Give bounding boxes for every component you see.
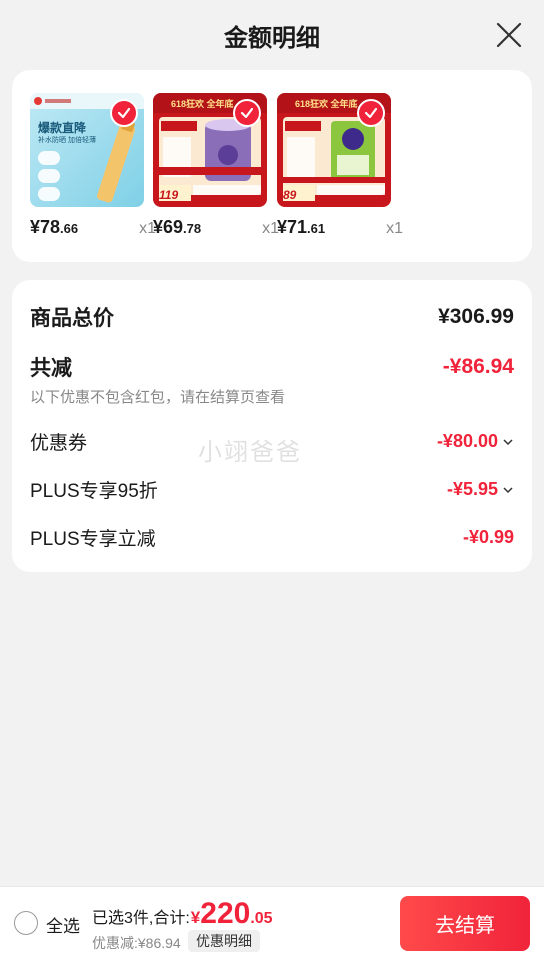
product-tag-text: 618狂欢 全年底 — [295, 99, 358, 109]
product-price-row: ¥69.78 x1 — [153, 217, 279, 238]
reduce-value: -¥86.94 — [442, 355, 514, 378]
product-price-int: ¥71 — [277, 217, 308, 237]
total-summary: 已选3件,合计: ¥ 220 .05 — [92, 897, 273, 931]
product-banner-text: 爆款直降 — [38, 121, 87, 135]
plus-discount-amount: -¥5.95 — [446, 479, 498, 499]
selected-check-icon[interactable] — [357, 99, 385, 127]
checkout-bar: 全选 已选3件,合计: ¥ 220 .05 优惠减:¥86.94 优惠明细 去结… — [0, 886, 544, 959]
chevron-down-icon[interactable] — [502, 484, 514, 496]
product-promo-price: 89 — [283, 188, 297, 202]
currency-symbol: ¥ — [190, 908, 201, 927]
product-price: ¥71.61 — [277, 217, 325, 238]
total-amount-int: 220 — [200, 897, 251, 930]
product-price-row: ¥78.66 x1 — [30, 217, 156, 238]
product-image[interactable]: 爆款直降 补水防晒 加倍轻薄 — [30, 93, 144, 207]
product-image[interactable]: 618狂欢 全年底 89 — [277, 93, 391, 207]
product-item[interactable]: 618狂欢 全年底 89 ¥71.61 x1 — [277, 93, 403, 237]
product-item[interactable]: 爆款直降 补水防晒 加倍轻薄 ¥78.66 x1 — [30, 93, 156, 237]
plus-reduce-label: PLUS专享立减 — [30, 529, 156, 550]
discount-note: 以下优惠不包含红包，请在结算页查看 — [30, 389, 286, 406]
product-item[interactable]: 618狂欢 全年底 119 ¥69.78 x1 — [153, 93, 279, 237]
total-value: ¥306.99 — [438, 305, 514, 328]
product-promo-price: 119 — [159, 188, 179, 202]
plus-reduce-row: PLUS专享立减 -¥0.99 — [30, 524, 514, 551]
product-image[interactable]: 618狂欢 全年底 119 — [153, 93, 267, 207]
selected-count-text: 已选3件,合计: — [92, 910, 190, 927]
product-price-int: ¥69 — [153, 217, 184, 237]
select-all-label[interactable]: 全选 — [46, 912, 80, 937]
reduce-label: 共减 — [30, 357, 72, 380]
total-amount-dec: .05 — [250, 910, 273, 927]
discount-summary: 优惠减:¥86.94 — [92, 935, 181, 951]
product-price: ¥78.66 — [30, 217, 78, 238]
chevron-down-icon[interactable] — [502, 436, 514, 448]
reduce-row: 共减 -¥86.94 — [30, 352, 514, 382]
product-price-row: ¥71.61 x1 — [277, 217, 403, 238]
checkout-button[interactable]: 去结算 — [400, 896, 530, 951]
total-row: 商品总价 ¥306.99 — [30, 302, 514, 332]
product-sub-text: 补水防晒 加倍轻薄 — [38, 137, 96, 144]
plus-discount-label: PLUS专享95折 — [30, 481, 158, 502]
close-icon[interactable] — [496, 22, 522, 48]
coupon-label: 优惠券 — [30, 433, 88, 454]
coupon-value[interactable]: -¥80.00 — [437, 431, 514, 452]
product-tag-text: 618狂欢 全年底 — [171, 99, 234, 109]
product-list-card: 爆款直降 补水防晒 加倍轻薄 ¥78.66 x1 618狂欢 全年底 119 ¥… — [12, 70, 532, 262]
product-price-dec: .78 — [183, 221, 202, 236]
select-all-radio[interactable] — [14, 911, 38, 935]
header: 金额明细 — [0, 0, 544, 70]
discount-detail-button[interactable]: 优惠明细 — [188, 930, 260, 952]
product-qty: x1 — [386, 220, 403, 237]
coupon-amount: -¥80.00 — [436, 431, 498, 451]
product-price-int: ¥78 — [30, 217, 61, 237]
plus-discount-row[interactable]: PLUS专享95折 -¥5.95 — [30, 476, 514, 503]
product-price-dec: .61 — [307, 221, 326, 236]
price-detail-card: 商品总价 ¥306.99 共减 -¥86.94 以下优惠不包含红包，请在结算页查… — [12, 280, 532, 572]
selected-check-icon[interactable] — [110, 99, 138, 127]
page-title: 金额明细 — [224, 24, 320, 52]
product-price: ¥69.78 — [153, 217, 201, 238]
selected-check-icon[interactable] — [233, 99, 261, 127]
product-price-dec: .66 — [60, 221, 79, 236]
total-label: 商品总价 — [30, 307, 114, 330]
watermark: 小翊爸爸 — [198, 439, 302, 466]
plus-discount-value[interactable]: -¥5.95 — [447, 479, 514, 500]
plus-reduce-value: -¥0.99 — [462, 527, 514, 547]
